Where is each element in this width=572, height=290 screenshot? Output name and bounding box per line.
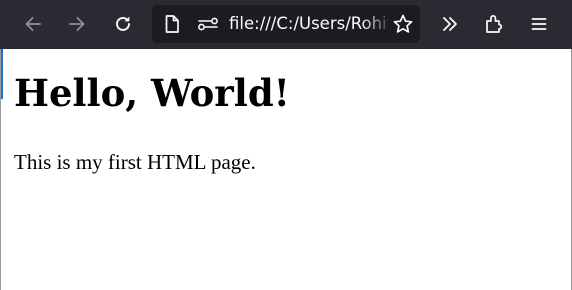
arrow-left-icon bbox=[25, 17, 41, 31]
overflow-menu-button[interactable] bbox=[432, 6, 468, 42]
document-icon[interactable] bbox=[158, 5, 186, 43]
page-heading: Hello, World! bbox=[14, 71, 290, 115]
chevron-double-right-icon bbox=[443, 17, 457, 31]
url-bar[interactable]: file:///C:/Users/Rohit bbox=[152, 5, 420, 43]
page-content: Hello, World! This is my first HTML page… bbox=[0, 49, 572, 290]
page-paragraph: This is my first HTML page. bbox=[14, 150, 256, 174]
reload-button[interactable] bbox=[105, 6, 141, 42]
application-menu-button[interactable] bbox=[521, 6, 557, 42]
url-text[interactable]: file:///C:/Users/Rohit bbox=[229, 5, 394, 43]
browser-window: file:///C:/Users/Rohit Hello, World! Thi… bbox=[0, 0, 572, 290]
puzzle-piece-icon bbox=[486, 14, 503, 33]
reload-icon bbox=[116, 16, 130, 31]
arrow-right-icon bbox=[69, 17, 85, 31]
extensions-button[interactable] bbox=[476, 6, 512, 42]
permissions-toggle-icon[interactable] bbox=[193, 5, 223, 43]
hamburger-menu-icon bbox=[531, 18, 547, 30]
back-button[interactable] bbox=[15, 6, 51, 42]
bookmark-star-button[interactable] bbox=[388, 5, 418, 43]
forward-button[interactable] bbox=[59, 6, 95, 42]
star-outline-icon bbox=[393, 14, 413, 33]
window-border-left bbox=[0, 49, 1, 290]
browser-toolbar: file:///C:/Users/Rohit bbox=[0, 0, 572, 49]
